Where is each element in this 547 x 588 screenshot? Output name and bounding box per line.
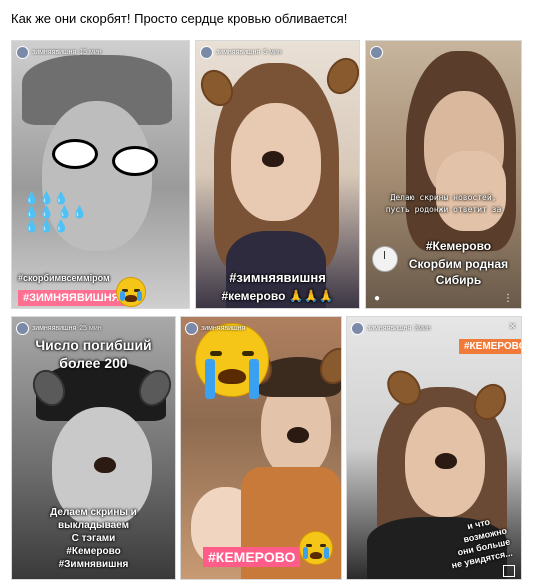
story-4-caption-2: более 200 [59,355,128,371]
story-6-caption-1: #КЕМЕРОВО [459,339,521,354]
story-time: 15 мин [79,48,102,56]
story-6-dog-nose [435,453,457,469]
avatar[interactable] [351,321,364,335]
camera-icon[interactable]: ● [374,293,380,304]
avatar[interactable] [16,45,29,59]
story-2-header: зимняявишня 5 мин [200,45,355,59]
story-time: 25 мин [79,324,102,332]
story-1-eye-right [112,146,158,176]
story-card-5[interactable]: зимняявишня #КЕМЕРОВО [180,316,342,580]
story-card-6[interactable]: зимняявишня 3мин × #КЕМЕРОВО и что возмо… [346,316,522,580]
story-card-2[interactable]: зимняявишня 5 мин #зимняявишня #кемерово… [195,40,360,309]
story-1-eye-left [52,139,98,169]
story-3-caption-1: Делаю скрины новостей, [390,193,497,202]
story-card-4[interactable]: зимняявишня 25 мин Число погибший более … [11,316,176,580]
story-2-dog-nose [262,151,284,167]
story-username[interactable]: зимняявишня [201,325,245,332]
story-1-tears: 💧💧💧 💧💧 💧💧 💧💧💧 [24,191,88,233]
story-2-caption-1: #зимняявишня [229,270,326,285]
story-5-header: зимняявишня [185,321,337,335]
post-text: Как же они скорбят! Просто сердце кровью… [11,11,348,26]
story-3-hand [436,151,506,231]
avatar[interactable] [16,321,29,335]
story-time: 3мин [414,324,431,332]
story-3-caption-4: Скорбим родная [408,257,509,271]
story-3-caption-3: #Кемерово [425,239,492,253]
close-icon[interactable]: × [509,320,516,332]
avatar[interactable] [200,45,213,59]
story-username[interactable]: зимняявишня [367,325,411,332]
story-3-caption-2: пусть родонжи ответит за [385,205,502,214]
story-1-caption-1: #скорбимвсемміром [18,273,110,283]
story-4-caption-6: #Кемерово [66,546,121,557]
more-icon[interactable]: ⋮ [503,293,513,304]
story-4-caption-5: С тэгами [71,533,116,544]
send-icon[interactable] [503,565,515,577]
story-3-clock-sticker [372,246,398,272]
avatar[interactable] [370,45,383,59]
story-4-header: зимняявишня 25 мин [16,321,171,335]
story-1-header: зимняявишня 15 мин [16,45,185,59]
story-username[interactable]: зимняявишня [216,49,260,56]
story-time: 5 мин [263,48,282,56]
story-5-crying-emoji-small [299,531,333,565]
story-4-caption-1: Число погибший [35,337,152,353]
story-1-crying-emoji [116,277,146,307]
story-3-header [370,45,517,59]
story-card-1[interactable]: 💧💧💧 💧💧 💧💧 💧💧💧 зимняявишня 15 мин #скорбимв… [11,40,190,309]
story-5-caption-1: #КЕМЕРОВО [203,547,301,567]
story-5-dog-nose [287,427,309,443]
story-username[interactable]: зимняявишня [32,49,76,56]
avatar[interactable] [185,321,198,335]
story-4-dog-nose [94,457,116,473]
story-1-caption-2: #ЗИМНЯЯВИШНЯ [18,290,125,306]
story-4-caption-3: Делаем скрины и [50,507,137,518]
story-4-caption-7: #Зимнявишня [58,559,129,570]
story-4-caption-4: выкладываем [57,520,130,531]
story-2-caption-2: #кемерово 🙏🙏🙏 [221,289,334,303]
story-card-3[interactable]: Делаю скрины новостей, пусть родонжи отв… [365,40,522,309]
story-username[interactable]: зимняявишня [32,325,76,332]
story-6-header: зимняявишня 3мин [351,321,517,335]
story-3-caption-5: Сибирь [435,273,482,287]
